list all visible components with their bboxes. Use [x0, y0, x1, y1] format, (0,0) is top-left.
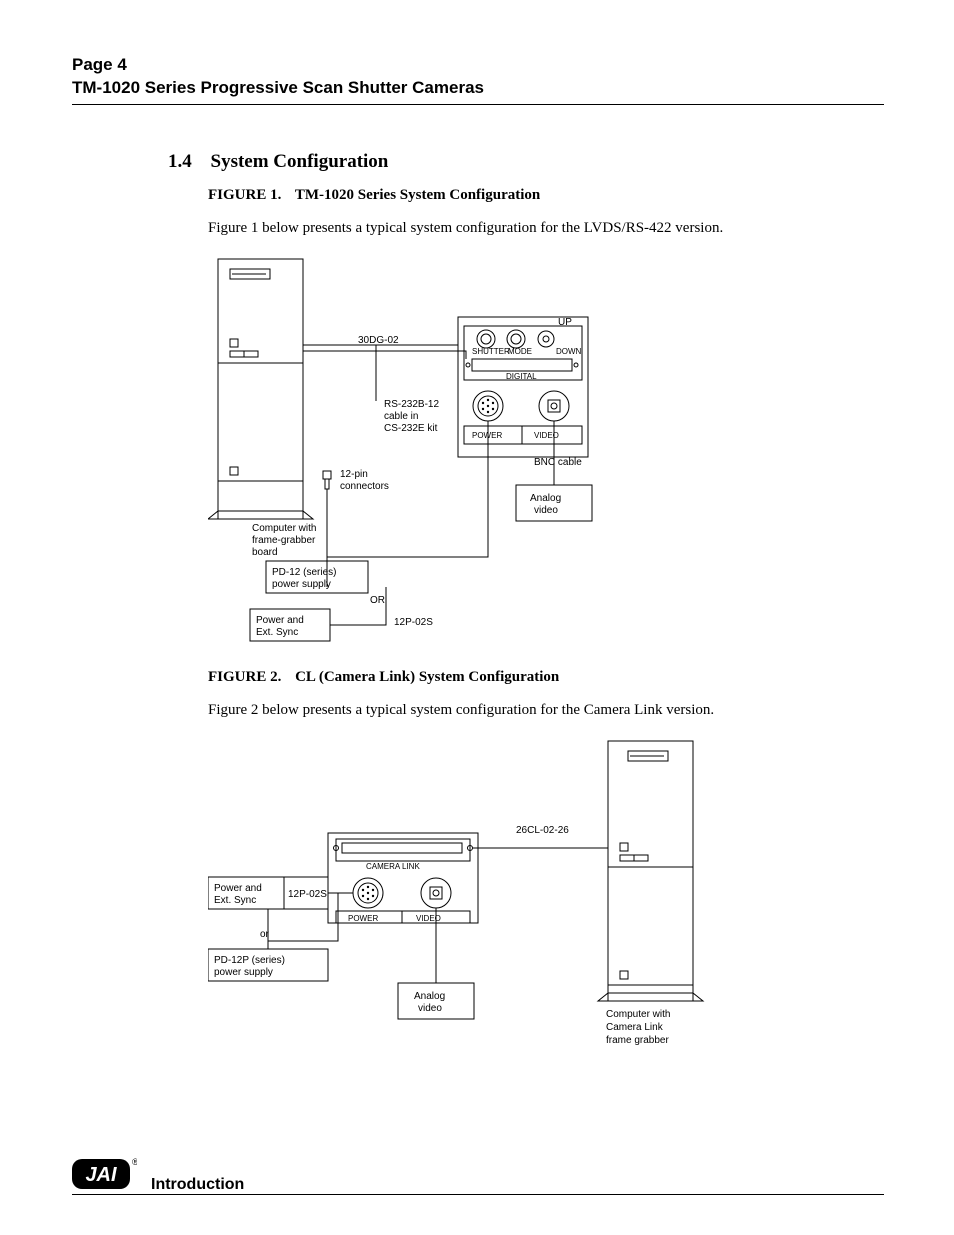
label-analog2-l1: Analog: [414, 991, 445, 1002]
label-digital: DIGITAL: [506, 372, 537, 381]
label-up: UP: [558, 317, 572, 328]
figure2-desc: Figure 2 below presents a typical system…: [208, 702, 884, 719]
label-shutter: SHUTTER: [472, 347, 510, 356]
label-mode: MODE: [508, 347, 532, 356]
figure1-heading: FIGURE 1. TM-1020 Series System Configur…: [208, 187, 884, 204]
label-analog2-l2: video: [418, 1003, 442, 1014]
figure2-heading: FIGURE 2. CL (Camera Link) System Config…: [208, 669, 884, 686]
figure2-label: FIGURE 2.: [208, 669, 281, 685]
label-30dg: 30DG-02: [358, 335, 399, 346]
figure1-title: TM-1020 Series System Configuration: [295, 187, 540, 203]
page-header: Page 4 TM-1020 Series Progressive Scan S…: [72, 54, 884, 105]
label-or2: or: [260, 929, 270, 940]
figure2-svg: 26CL-02-26 CAMERA LINK POWER VIDEO Power…: [208, 733, 778, 1093]
section-heading: 1.4 System Configuration: [168, 151, 884, 173]
label-pd12-l2: power supply: [272, 579, 331, 590]
label-computer2-l3: frame grabber: [606, 1035, 669, 1046]
label-rs232-l1: RS-232B-12: [384, 399, 439, 410]
label-or: OR: [370, 595, 385, 606]
footer-section-label: Introduction: [151, 1176, 244, 1194]
section-number: 1.4: [168, 151, 192, 173]
label-pd12p-l1: PD-12P (series): [214, 955, 285, 966]
label-12p02s: 12P-02S: [394, 617, 433, 628]
doc-title: TM-1020 Series Progressive Scan Shutter …: [72, 77, 884, 100]
label-bnc: BNC cable: [534, 457, 582, 468]
label-pd12p-l2: power supply: [214, 967, 273, 978]
label-power: POWER: [472, 431, 502, 440]
page-footer: JAI ® Introduction: [72, 1184, 884, 1195]
figure2-diagram: 26CL-02-26 CAMERA LINK POWER VIDEO Power…: [208, 733, 884, 1093]
label-computer2-l2: Camera Link: [606, 1022, 664, 1033]
svg-text:JAI: JAI: [85, 1164, 117, 1186]
label-down: DOWN: [556, 347, 582, 356]
figure1-svg: 30DG-02 UP SHUTTER MODE DOWN DIGITAL POW…: [208, 251, 668, 651]
label-video: VIDEO: [534, 431, 559, 440]
svg-text:®: ®: [132, 1157, 137, 1167]
label-powersync-l2: Ext. Sync: [256, 627, 298, 638]
label-computer-l2: frame-grabber: [252, 535, 316, 546]
label-analog-l1: Analog: [530, 493, 561, 504]
label-12pin-l2: connectors: [340, 481, 389, 492]
label-computer-l3: board: [252, 547, 278, 558]
label-12pin-l1: 12-pin: [340, 469, 368, 480]
label-12p02s-2: 12P-02S: [288, 889, 327, 900]
section-title: System Configuration: [211, 151, 389, 172]
figure1-diagram: 30DG-02 UP SHUTTER MODE DOWN DIGITAL POW…: [208, 251, 884, 651]
label-computer2-l1: Computer with: [606, 1009, 670, 1020]
label-powersync2-l2: Ext. Sync: [214, 895, 256, 906]
label-26cl: 26CL-02-26: [516, 825, 569, 836]
label-rs232-l2: cable in: [384, 411, 418, 422]
label-rs232-l3: CS-232E kit: [384, 423, 438, 434]
label-video2: VIDEO: [416, 914, 441, 923]
label-powersync-l1: Power and: [256, 615, 304, 626]
logo-icon: JAI ®: [72, 1155, 137, 1193]
label-power2: POWER: [348, 914, 378, 923]
label-camlink: CAMERA LINK: [366, 862, 420, 871]
page-number: Page 4: [72, 54, 884, 77]
figure2-title: CL (Camera Link) System Configuration: [295, 669, 559, 685]
label-powersync2-l1: Power and: [214, 883, 262, 894]
label-analog-l2: video: [534, 505, 558, 516]
figure1-desc: Figure 1 below presents a typical system…: [208, 220, 884, 237]
figure1-label: FIGURE 1.: [208, 187, 281, 203]
label-computer-l1: Computer with: [252, 523, 316, 534]
label-pd12-l1: PD-12 (series): [272, 567, 336, 578]
